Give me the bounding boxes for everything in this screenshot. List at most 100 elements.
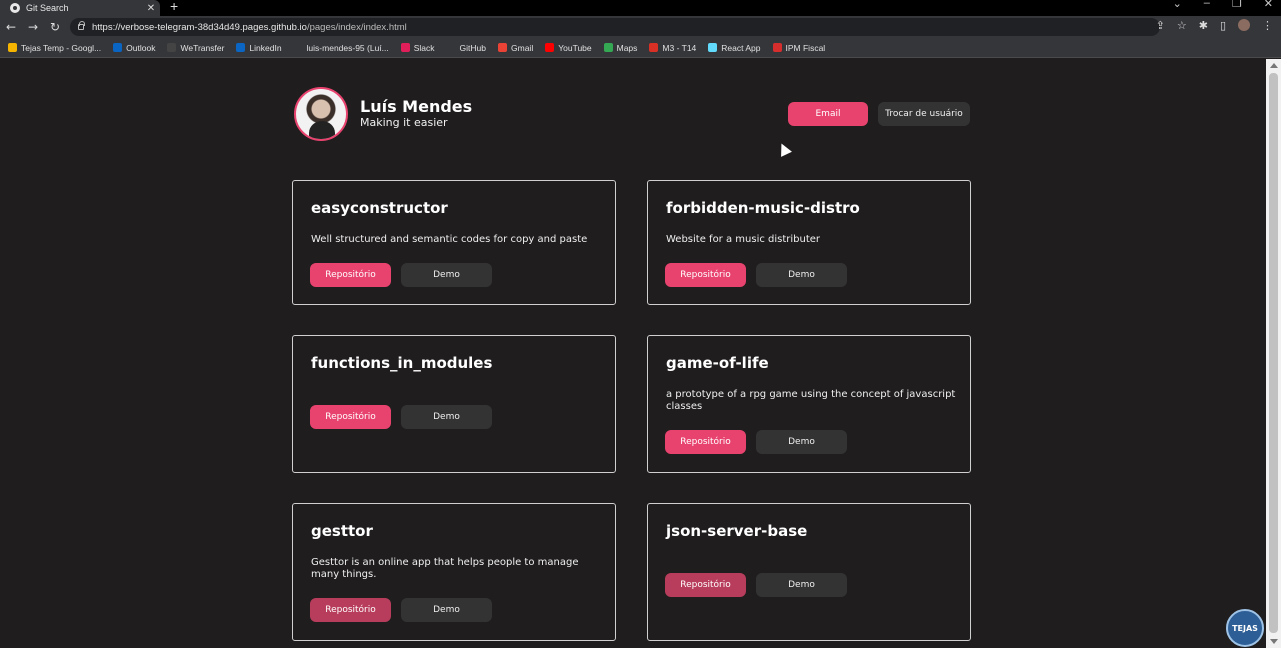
browser-tab[interactable]: Git Search ✕: [0, 0, 160, 16]
demo-button[interactable]: Demo: [756, 573, 847, 597]
extensions-icon[interactable]: ✱: [1199, 19, 1208, 32]
bookmark-favicon-icon: [545, 43, 555, 52]
repo-title: functions_in_modules: [311, 354, 493, 372]
bookmark-label: luis-mendes-95 (Luí...: [306, 42, 389, 53]
bookmark-label: Outlook: [126, 42, 156, 53]
tab-search-icon[interactable]: ⌄: [1173, 0, 1182, 10]
bookmark-item[interactable]: React App: [708, 42, 761, 53]
repo-card: game-of-life a prototype of a rpg game u…: [647, 335, 971, 473]
scroll-down-icon[interactable]: [1270, 639, 1278, 644]
page-content: Luís Mendes Making it easier Email Troca…: [0, 59, 1266, 648]
window-controls: ⌄ – ❐ ✕: [1173, 0, 1273, 10]
browser-tabstrip: Git Search ✕ + ⌄ – ❐ ✕: [0, 0, 1281, 16]
share-icon[interactable]: ⇪: [1156, 19, 1165, 32]
bookmark-label: GitHub: [459, 42, 487, 53]
email-button[interactable]: Email: [788, 102, 868, 126]
url-path: /pages/index/index.html: [306, 21, 407, 33]
bookmark-favicon-icon: [603, 43, 613, 52]
address-bar[interactable]: https://verbose-telegram-38d34d49.pages.…: [70, 18, 1160, 36]
minimize-icon[interactable]: –: [1204, 0, 1210, 10]
profile-tagline: Making it easier: [360, 116, 448, 129]
demo-button[interactable]: Demo: [401, 405, 492, 429]
bookmark-item[interactable]: YouTube: [545, 42, 592, 53]
tab-close-icon[interactable]: ✕: [144, 3, 158, 14]
bookmark-item[interactable]: Gmail: [498, 43, 533, 53]
repository-button[interactable]: Repositório: [310, 263, 391, 287]
repo-title: easyconstructor: [311, 199, 448, 217]
tab-title: Git Search: [26, 3, 69, 13]
bookmark-label: Maps: [616, 42, 638, 53]
bookmark-label: YouTube: [558, 42, 592, 53]
bookmark-favicon-icon: [498, 43, 508, 52]
bookmark-favicon-icon: [446, 43, 456, 52]
bookmark-favicon-icon: [772, 43, 782, 52]
scrollbar-thumb[interactable]: [1269, 73, 1278, 633]
bookmark-favicon-icon: [113, 43, 123, 52]
close-window-icon[interactable]: ✕: [1264, 0, 1273, 10]
side-panel-icon[interactable]: ▯: [1220, 19, 1226, 32]
bookmark-item[interactable]: M3 - T14: [649, 43, 696, 53]
profile-avatar-icon[interactable]: [1238, 19, 1250, 31]
page-scrollbar[interactable]: [1266, 59, 1281, 648]
profile-header: Luís Mendes Making it easier: [294, 87, 472, 141]
bookmark-star-icon[interactable]: ☆: [1177, 19, 1187, 32]
demo-button[interactable]: Demo: [401, 263, 492, 287]
bookmark-item[interactable]: Maps: [603, 42, 638, 53]
repo-title: gesttor: [311, 522, 373, 540]
demo-button[interactable]: Demo: [401, 598, 492, 622]
bookmark-favicon-icon: [400, 43, 410, 52]
profile-text: Luís Mendes Making it easier: [360, 98, 472, 130]
bookmark-label: Slack: [413, 42, 435, 53]
repository-button[interactable]: Repositório: [665, 263, 746, 287]
repo-description: Website for a music distributer: [666, 234, 821, 245]
repo-description: Gesttor is an online app that helps peop…: [311, 557, 579, 580]
bookmark-favicon-icon: [293, 43, 303, 52]
bookmark-label: Gmail: [511, 42, 534, 53]
bookmark-label: WeTransfer: [180, 42, 225, 53]
url-host: https://verbose-telegram-38d34d49.pages.…: [92, 21, 307, 33]
bookmark-item[interactable]: GitHub: [446, 42, 487, 53]
avatar: [294, 87, 348, 141]
reload-icon[interactable]: ↻: [44, 20, 66, 34]
bookmark-item[interactable]: WeTransfer: [167, 43, 224, 53]
github-icon: [10, 3, 20, 13]
back-icon[interactable]: ←: [0, 20, 22, 34]
repository-button[interactable]: Repositório: [665, 430, 746, 454]
bookmark-favicon-icon: [649, 43, 659, 52]
maximize-icon[interactable]: ❐: [1232, 0, 1242, 10]
repository-button[interactable]: Repositório: [310, 598, 391, 622]
demo-button[interactable]: Demo: [756, 263, 847, 287]
forward-icon[interactable]: →: [22, 20, 44, 34]
bookmark-item[interactable]: Outlook: [113, 43, 155, 53]
demo-button[interactable]: Demo: [756, 430, 847, 454]
profile-name: Luís Mendes: [360, 97, 473, 116]
repo-description: a prototype of a rpg game using the conc…: [666, 389, 956, 412]
bookmark-favicon-icon: [708, 43, 718, 52]
bookmark-label: LinkedIn: [249, 42, 282, 53]
bookmark-favicon-icon: [167, 43, 177, 52]
repo-card: forbidden-music-distro Website for a mus…: [647, 180, 971, 305]
switch-user-button[interactable]: Trocar de usuário: [878, 102, 970, 126]
repo-card: easyconstructor Well structured and sema…: [292, 180, 616, 305]
bookmark-item[interactable]: Slack: [400, 42, 435, 53]
repo-title: game-of-life: [666, 354, 769, 372]
repo-title: json-server-base: [666, 522, 808, 540]
repo-card: functions_in_modules Repositório Demo: [292, 335, 616, 473]
repository-button[interactable]: Repositório: [310, 405, 391, 429]
bookmarks-bar: Tejas Temp - Googl... Outlook WeTransfer Li…: [0, 38, 1281, 58]
lock-icon: [78, 21, 85, 30]
menu-icon[interactable]: ⋮: [1262, 19, 1273, 32]
bookmark-favicon-icon: [8, 43, 17, 52]
scroll-up-icon[interactable]: [1270, 63, 1278, 68]
bookmark-item[interactable]: LinkedIn: [236, 42, 282, 53]
bookmark-label: IPM Fiscal: [785, 42, 826, 53]
bookmark-item[interactable]: luis-mendes-95 (Luí...: [293, 42, 389, 53]
bookmark-label: React App: [721, 42, 761, 53]
browser-toolbar: ← → ↻ https://verbose-telegram-38d34d49.…: [0, 16, 1281, 38]
new-tab-icon[interactable]: +: [170, 0, 178, 14]
bookmark-item[interactable]: IPM Fiscal: [772, 42, 826, 53]
repo-card: gesttor Gesttor is an online app that he…: [292, 503, 616, 641]
repository-button[interactable]: Repositório: [665, 573, 746, 597]
bookmark-item[interactable]: Tejas Temp - Googl...: [8, 43, 101, 53]
bookmark-favicon-icon: [236, 43, 246, 52]
